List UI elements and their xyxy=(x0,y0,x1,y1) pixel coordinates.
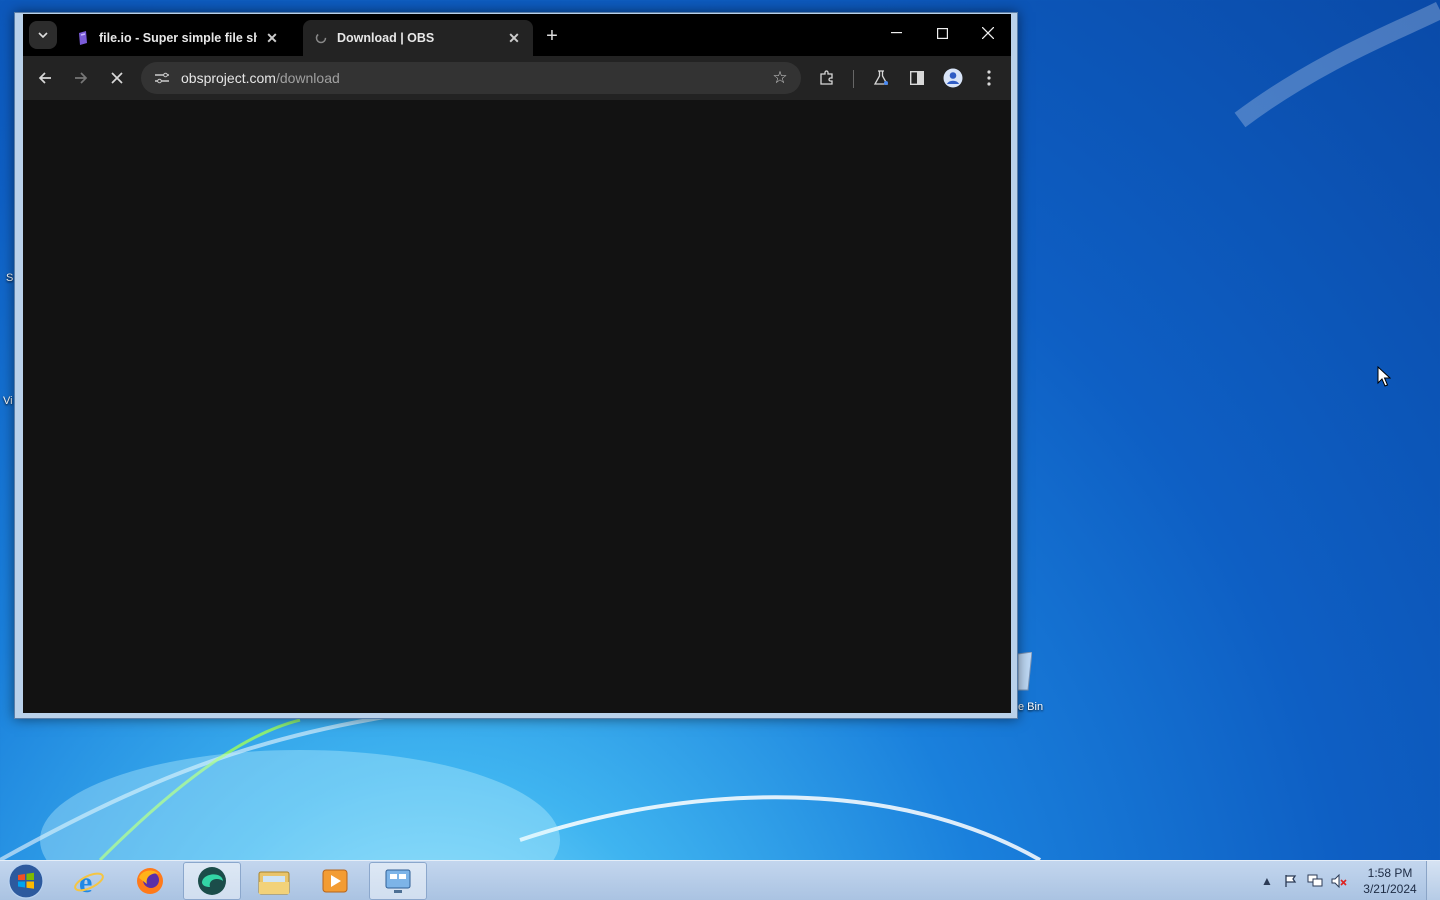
tab-fileio[interactable]: file.io - Super simple file sharing ✕ xyxy=(65,20,291,56)
network-icon[interactable] xyxy=(1307,873,1323,889)
mouse-cursor-icon xyxy=(1377,366,1391,387)
action-center-flag-icon[interactable] xyxy=(1283,873,1299,889)
tab-strip: file.io - Super simple file sharing ✕ Do… xyxy=(23,14,1011,56)
minimize-icon xyxy=(890,32,902,34)
browser-window: file.io - Super simple file sharing ✕ Do… xyxy=(14,12,1018,719)
arrow-right-icon xyxy=(75,72,88,84)
taskbar: e ▲ 1:58 PM 3/21/2024 xyxy=(0,860,1440,900)
system-clock[interactable]: 1:58 PM 3/21/2024 xyxy=(1356,865,1424,897)
taskbar-media-player[interactable] xyxy=(306,862,364,900)
maximize-icon xyxy=(936,27,948,39)
recycle-bin-label[interactable]: e Bin xyxy=(1018,701,1043,713)
bookmark-star-icon[interactable]: ☆ xyxy=(769,67,791,89)
flask-icon xyxy=(873,70,889,85)
more-vertical-icon xyxy=(987,70,991,86)
page-content[interactable] xyxy=(23,100,1011,713)
navigation-toolbar: obsproject.com/download ☆ xyxy=(23,56,1011,100)
taskbar-remote-desktop[interactable] xyxy=(369,862,427,900)
svg-text:e: e xyxy=(79,866,92,897)
menu-button[interactable] xyxy=(975,64,1003,92)
side-panel-button[interactable] xyxy=(903,64,931,92)
tab-close-icon[interactable]: ✕ xyxy=(263,29,281,47)
puzzle-icon xyxy=(820,70,833,85)
url-text: obsproject.com/download xyxy=(181,70,340,86)
toolbar-separator xyxy=(853,70,854,88)
tab-title: Download | OBS xyxy=(337,31,435,45)
browser-app-icon xyxy=(198,867,226,895)
clock-date: 3/21/2024 xyxy=(1363,882,1417,896)
minimize-button[interactable] xyxy=(873,14,919,52)
taskbar-browser-active[interactable] xyxy=(183,862,241,900)
desktop-icon-label-fragment[interactable]: S xyxy=(6,272,13,284)
arrow-left-icon xyxy=(38,72,51,84)
taskbar-file-explorer[interactable] xyxy=(245,862,303,900)
media-player-icon xyxy=(322,869,348,893)
profile-button[interactable] xyxy=(939,64,967,92)
loading-favicon-icon xyxy=(313,30,329,46)
site-info-icon[interactable] xyxy=(151,72,173,84)
tab-obs-download[interactable]: Download | OBS ✕ xyxy=(303,20,533,56)
tab-close-icon[interactable]: ✕ xyxy=(505,29,523,47)
close-icon xyxy=(111,72,123,84)
close-icon xyxy=(982,27,994,39)
clock-time: 1:58 PM xyxy=(1367,866,1413,880)
close-window-button[interactable] xyxy=(965,14,1011,52)
avatar-icon xyxy=(943,68,963,88)
browser-frame: file.io - Super simple file sharing ✕ Do… xyxy=(23,14,1011,713)
labs-button[interactable] xyxy=(867,64,895,92)
maximize-button[interactable] xyxy=(919,14,965,52)
volume-muted-icon[interactable] xyxy=(1331,873,1347,889)
show-hidden-icons-button[interactable]: ▲ xyxy=(1259,873,1275,889)
folder-icon xyxy=(258,871,290,895)
address-bar[interactable]: obsproject.com/download ☆ xyxy=(141,62,801,94)
url-path: /download xyxy=(275,70,340,86)
remote-desktop-icon xyxy=(385,869,411,893)
internet-explorer-icon: e xyxy=(74,866,104,897)
stop-loading-button[interactable] xyxy=(103,64,131,92)
side-panel-icon xyxy=(910,71,924,85)
desktop-icon-label-fragment[interactable]: Vi xyxy=(3,395,13,407)
forward-button[interactable] xyxy=(67,64,95,92)
firefox-icon xyxy=(137,868,163,894)
back-button[interactable] xyxy=(31,64,59,92)
url-host: obsproject.com xyxy=(181,70,276,86)
fileio-favicon-icon xyxy=(75,30,91,46)
show-desktop-button[interactable] xyxy=(1426,861,1440,900)
new-tab-button[interactable]: + xyxy=(541,25,563,47)
taskbar-internet-explorer[interactable]: e xyxy=(60,862,118,900)
recycle-bin-icon[interactable] xyxy=(1018,652,1032,692)
windows-orb-icon xyxy=(8,863,44,899)
tab-title: file.io - Super simple file sharing xyxy=(99,31,257,45)
start-button[interactable] xyxy=(6,862,46,900)
extensions-button[interactable] xyxy=(813,64,841,92)
taskbar-firefox[interactable] xyxy=(121,862,179,900)
chevron-down-icon xyxy=(38,32,48,38)
tab-search-button[interactable] xyxy=(29,21,57,49)
